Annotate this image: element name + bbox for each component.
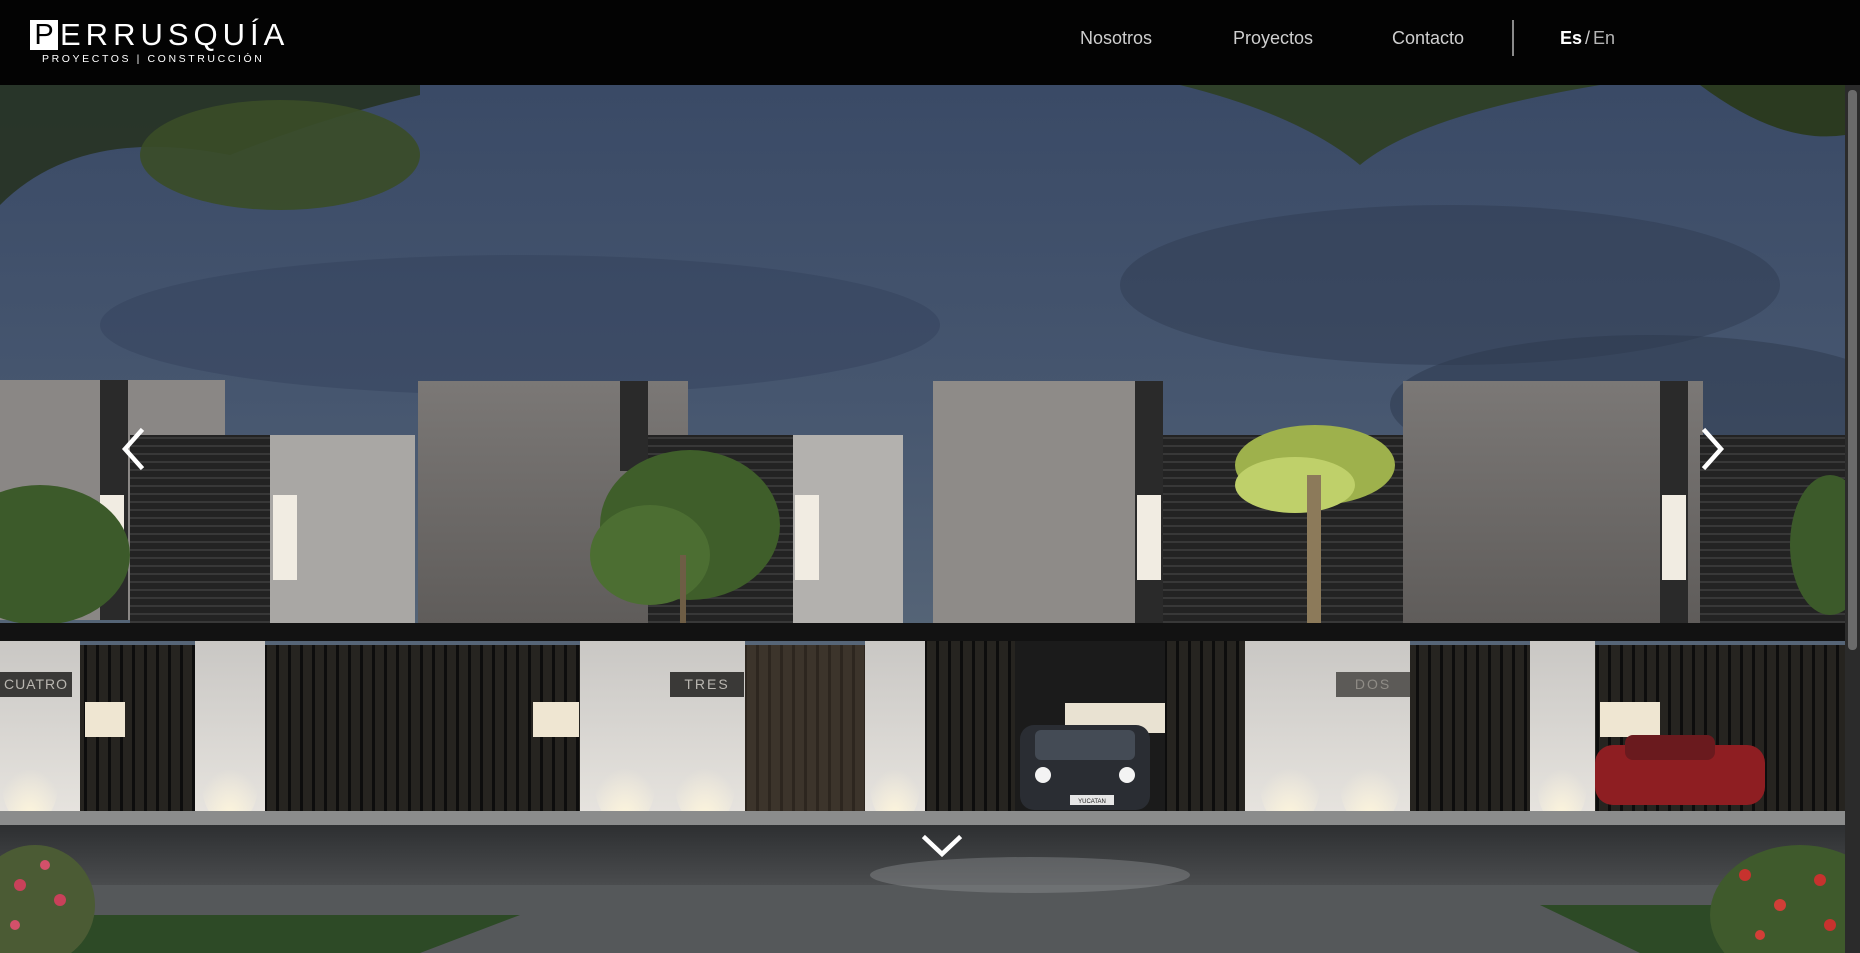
slider-prev-button[interactable] bbox=[119, 426, 149, 477]
nav-link-nosotros[interactable]: Nosotros bbox=[1080, 28, 1152, 49]
chevron-left-icon bbox=[121, 427, 145, 471]
nav-link-contacto[interactable]: Contacto bbox=[1392, 28, 1464, 49]
logo-tagline: PROYECTOS | CONSTRUCCIÓN bbox=[42, 53, 265, 65]
scroll-down-button[interactable] bbox=[919, 830, 965, 865]
lang-separator: / bbox=[1585, 28, 1591, 48]
logo-letter: P bbox=[30, 20, 58, 50]
nav-divider bbox=[1512, 20, 1514, 56]
lang-es-link[interactable]: Es bbox=[1560, 28, 1582, 48]
car-plate: YUCATAN bbox=[1078, 799, 1106, 805]
scrollbar-thumb[interactable] bbox=[1848, 90, 1857, 650]
sign-cuatro: CUATRO bbox=[4, 676, 68, 692]
lang-en-link[interactable]: En bbox=[1593, 28, 1615, 48]
hero-slider: CUATRO TRES DOS YUCATAN bbox=[0, 85, 1845, 953]
chevron-down-icon bbox=[921, 834, 963, 858]
site-header: P ERRUSQUÍA PROYECTOS | CONSTRUCCIÓN Nos… bbox=[0, 0, 1860, 85]
hero-image: CUATRO TRES DOS YUCATAN bbox=[0, 85, 1845, 953]
nav-link-proyectos[interactable]: Proyectos bbox=[1233, 28, 1313, 49]
chevron-right-icon bbox=[1701, 427, 1725, 471]
logo[interactable]: P ERRUSQUÍA PROYECTOS | CONSTRUCCIÓN bbox=[30, 19, 292, 67]
logo-name: ERRUSQUÍA bbox=[60, 17, 290, 52]
sign-dos: DOS bbox=[1355, 676, 1391, 692]
logo-wordmark: P ERRUSQUÍA bbox=[30, 19, 289, 51]
slider-next-button[interactable] bbox=[1697, 426, 1727, 477]
sign-tres: TRES bbox=[684, 676, 729, 692]
language-switcher: Es / En bbox=[1560, 28, 1615, 49]
